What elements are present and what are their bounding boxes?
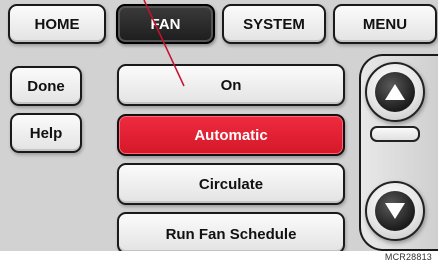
callout-pointer-line — [143, 0, 185, 87]
figure-reference: MCR28813 — [384, 252, 432, 262]
